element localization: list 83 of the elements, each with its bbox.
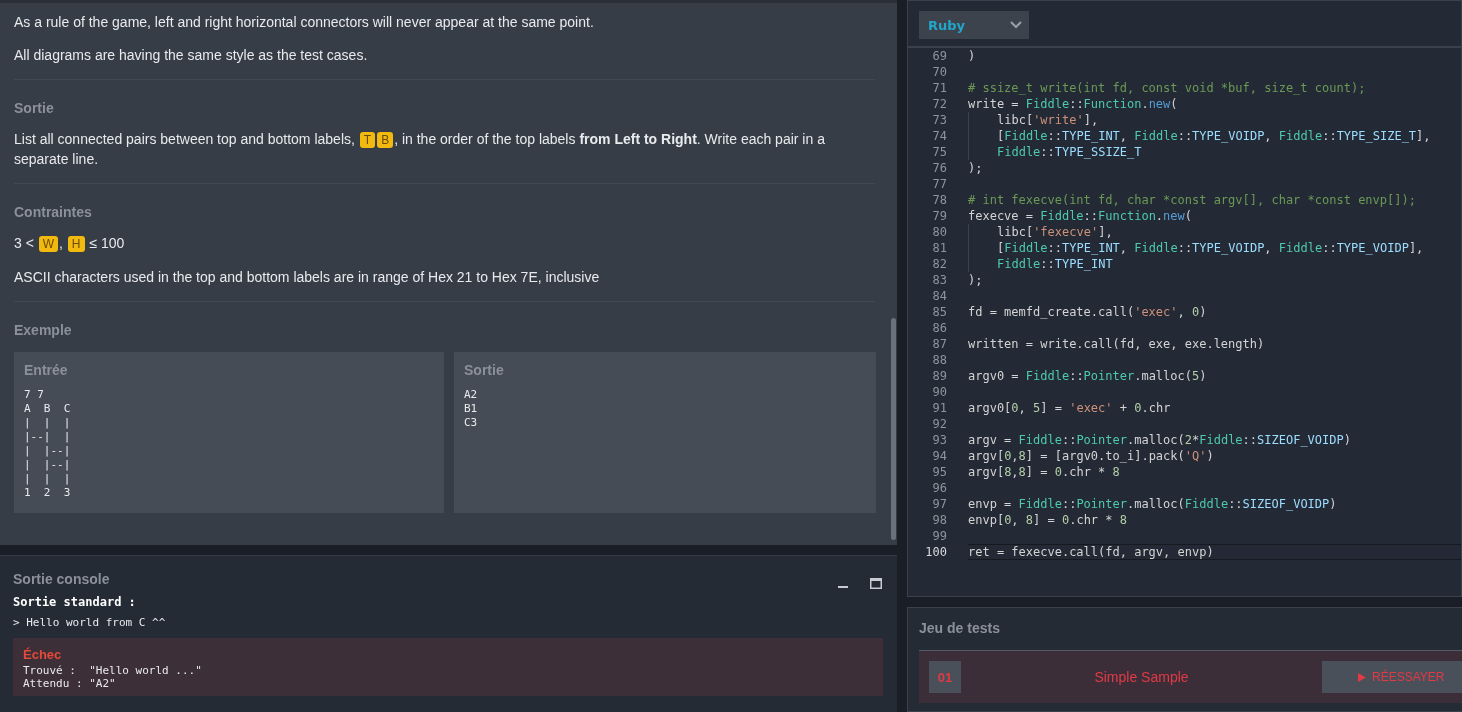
line-number: 90	[931, 384, 947, 400]
example-heading: Entrée	[24, 362, 69, 378]
line-number: 96	[931, 480, 947, 496]
section-heading: Exemple	[14, 322, 73, 338]
chevron-down-icon	[1009, 20, 1023, 30]
line-number: 73	[931, 112, 947, 128]
code-text: libc['fexecve'],	[968, 224, 1461, 240]
panel-title: Sortie console	[13, 570, 110, 587]
code-text: ret = fexecve.call(fd, argv, envp)	[968, 544, 1461, 560]
failure-detail-line: Trouvé : "Hello world ..."	[23, 664, 203, 677]
section-heading: Sortie	[14, 100, 55, 116]
code-text: );	[968, 160, 984, 176]
code-text: argv[0,8] = [argv0.to_i].pack('Q')	[968, 448, 1215, 464]
line-number: 83	[931, 272, 947, 288]
paragraph: All diagrams are having the same style as the test cases.	[14, 46, 369, 65]
console-output-line: > Hello world from C ^^	[13, 616, 167, 629]
section-heading: Contraintes	[14, 204, 93, 220]
line-number: 84	[931, 288, 947, 304]
line-number: 77	[931, 176, 947, 192]
code-text: envp[0, 8] = 0.chr * 8	[968, 512, 1128, 528]
language-dropdown[interactable]: Ruby	[919, 11, 1029, 39]
example-output-text: A2 B1 C3	[464, 388, 479, 430]
line-number: 99	[931, 528, 947, 544]
code-text: # ssize_t write(int fd, const void *buf, size_t count);	[968, 80, 1367, 96]
line-number: 82	[931, 256, 947, 272]
code-text: Fiddle::TYPE_INT	[968, 256, 1461, 272]
code-text: libc['write'],	[968, 112, 1461, 128]
line-number: 74	[931, 128, 947, 144]
paragraph: ASCII characters used in the top and bottom labels are in range of Hex 21 to Hex 7E, inclusive	[14, 268, 601, 287]
code-text: write = Fiddle::Function.new(	[968, 96, 1179, 112]
code-text: argv0[0, 5] = 'exec' + 0.chr	[968, 400, 1172, 416]
test-case-row[interactable]: 01 Simple Sample RÉESSAYER	[919, 650, 1462, 703]
maximize-icon[interactable]	[870, 578, 882, 589]
code-text: fexecve = Fiddle::Function.new(	[968, 208, 1193, 224]
line-number: 70	[931, 64, 947, 80]
scrollbar[interactable]	[891, 318, 896, 540]
line-number: 92	[931, 416, 947, 432]
paragraph: As a rule of the game, left and right horizontal connectors will never appear at the same point.	[14, 13, 595, 32]
example-input-text: 7 7 A B C | | | |--| | | |--| | |--| | | | 1 2 3	[24, 388, 72, 500]
line-number: 81	[931, 240, 947, 256]
code-text: );	[968, 272, 984, 288]
stdout-label: Sortie standard :	[13, 595, 137, 609]
code-text: envp = Fiddle::Pointer.malloc(Fiddle::SIZEOF_VOIDP)	[968, 496, 1338, 512]
paragraph: List all connected pairs between top and bottom labels, T B , in the order of the top labels from Left to Right. Write each pair in a separate line.	[14, 130, 826, 169]
line-number: 97	[931, 496, 947, 512]
line-number: 91	[931, 400, 947, 416]
line-number: 78	[931, 192, 947, 208]
code-text: written = write.call(fd, exe, exe.length)	[968, 336, 1266, 352]
code-text: Fiddle::TYPE_SSIZE_T	[968, 144, 1461, 160]
paragraph: 3 < W , H ≤ 100	[14, 234, 126, 254]
line-number: 89	[931, 368, 947, 384]
code-text: argv[8,8] = 0.chr * 8	[968, 464, 1121, 480]
line-number: 88	[931, 352, 947, 368]
line-number: 72	[931, 96, 947, 112]
line-number: 75	[931, 144, 947, 160]
code-text: fd = memfd_create.call('exec', 0)	[968, 304, 1208, 320]
test-name: Simple Sample	[1093, 669, 1190, 685]
code-text: argv = Fiddle::Pointer.malloc(2*Fiddle::SIZEOF_VOIDP)	[968, 432, 1352, 448]
code-text: argv0 = Fiddle::Pointer.malloc(5)	[968, 368, 1208, 384]
panel-title: Jeu de tests	[919, 620, 1001, 636]
code-text: [Fiddle::TYPE_INT, Fiddle::TYPE_VOIDP, Fiddle::TYPE_SIZE_T],	[968, 128, 1461, 144]
line-number: 87	[931, 336, 947, 352]
line-number: 76	[931, 160, 947, 176]
line-number: 95	[931, 464, 947, 480]
code-text: # int fexecve(int fd, char *const argv[], char *const envp[]);	[968, 192, 1417, 208]
code-text: [Fiddle::TYPE_INT, Fiddle::TYPE_VOIDP, Fiddle::TYPE_VOIDP],	[968, 240, 1461, 256]
example-heading: Sortie	[464, 362, 505, 378]
code-text: )	[968, 48, 977, 64]
retry-button[interactable]: RÉESSAYER	[1322, 661, 1462, 693]
line-number: 80	[931, 224, 947, 240]
line-number: 86	[931, 320, 947, 336]
line-number: 79	[931, 208, 947, 224]
line-number: 100	[924, 544, 947, 560]
test-number: 01	[929, 661, 961, 693]
line-number: 93	[931, 432, 947, 448]
failure-title: Échec	[23, 647, 63, 662]
line-number: 98	[931, 512, 947, 528]
line-number: 85	[931, 304, 947, 320]
line-number: 71	[931, 80, 947, 96]
line-number: 69	[931, 48, 947, 64]
play-icon	[1358, 672, 1366, 682]
line-number: 94	[931, 448, 947, 464]
failure-detail-line: Attendu : "A2"	[23, 677, 117, 690]
